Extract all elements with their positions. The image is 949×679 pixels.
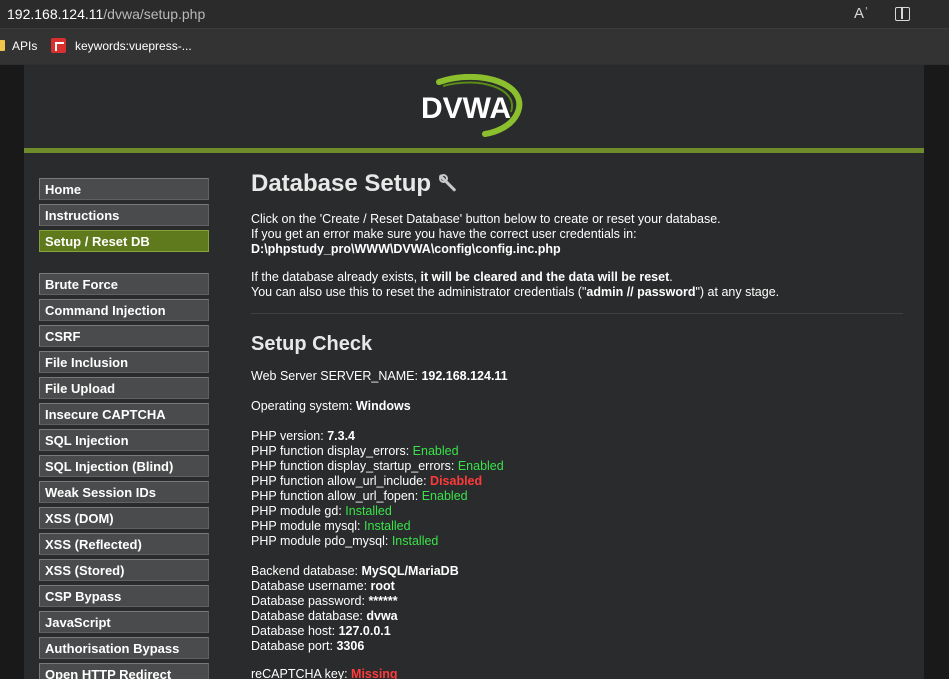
db-row: Database username: root — [251, 579, 395, 593]
db-row: Database password: ****** — [251, 594, 398, 608]
address-bar[interactable]: 192.168.124.11/dvwa/setup.php Aʾ — [0, 0, 949, 28]
bookmark-apis[interactable]: APIs — [12, 39, 37, 53]
setup-check-heading: Setup Check — [251, 333, 373, 355]
php-check-row: PHP module mysql: Installed — [251, 519, 411, 533]
menu-item-insecure-captcha[interactable]: Insecure CAPTCHA — [39, 403, 209, 425]
header: DVWA — [24, 65, 924, 148]
bookmark-keywords-vuepress[interactable]: keywords:vuepress-... — [75, 39, 192, 53]
menu-item-file-inclusion[interactable]: File Inclusion — [39, 351, 209, 373]
os-row: Operating system: Windows — [251, 399, 411, 413]
menu-item-xss-reflected[interactable]: XSS (Reflected) — [39, 533, 209, 555]
logo-text: DVWA — [421, 92, 511, 125]
menu-item-brute-force[interactable]: Brute Force — [39, 273, 209, 295]
page-title: Database Setup — [251, 170, 457, 198]
database-info: Backend database: MySQL/MariaDB Database… — [251, 564, 459, 654]
menu-item-setup-reset-db[interactable]: Setup / Reset DB — [39, 230, 209, 252]
menu-item-command-injection[interactable]: Command Injection — [39, 299, 209, 321]
warning-text: If the database already exists, it will … — [251, 270, 780, 299]
menu-item-authorisation-bypass[interactable]: Authorisation Bypass — [39, 637, 209, 659]
bookmarks-bar: APIs keywords:vuepress-... — [0, 28, 949, 64]
dvwa-logo[interactable]: DVWA — [419, 74, 529, 138]
php-version-row: PHP version: 7.3.4 — [251, 429, 356, 443]
split-screen-icon[interactable] — [895, 7, 910, 21]
section-divider — [251, 313, 903, 314]
recaptcha-row: reCAPTCHA key: Missing — [251, 667, 398, 679]
intro-text: Click on the 'Create / Reset Database' b… — [251, 212, 721, 256]
wrench-icon — [437, 173, 457, 193]
php-check-row: PHP function display_startup_errors: Ena… — [251, 459, 504, 473]
folder-icon — [0, 40, 5, 51]
db-row: Database host: 127.0.0.1 — [251, 624, 391, 638]
db-row: Database port: 3306 — [251, 639, 365, 653]
url-text[interactable]: 192.168.124.11/dvwa/setup.php — [7, 6, 205, 22]
read-aloud-icon[interactable]: Aʾ — [854, 5, 869, 22]
menu-item-file-upload[interactable]: File Upload — [39, 377, 209, 399]
menu-item-open-http-redirect[interactable]: Open HTTP Redirect — [39, 663, 209, 679]
menu-item-javascript[interactable]: JavaScript — [39, 611, 209, 633]
php-check-row: PHP module pdo_mysql: Installed — [251, 534, 439, 548]
php-check-row: PHP function allow_url_fopen: Enabled — [251, 489, 468, 503]
php-check-row: PHP module gd: Installed — [251, 504, 392, 518]
php-checks: PHP version: 7.3.4 PHP function display_… — [251, 429, 504, 549]
menu-item-csrf[interactable]: CSRF — [39, 325, 209, 347]
menu-item-instructions[interactable]: Instructions — [39, 204, 209, 226]
menu-item-home[interactable]: Home — [39, 178, 209, 200]
menu-item-xss-stored[interactable]: XSS (Stored) — [39, 559, 209, 581]
menu-item-sql-injection-blind[interactable]: SQL Injection (Blind) — [39, 455, 209, 477]
php-check-row: PHP function display_errors: Enabled — [251, 444, 459, 458]
menu-item-sql-injection[interactable]: SQL Injection — [39, 429, 209, 451]
db-row: Backend database: MySQL/MariaDB — [251, 564, 459, 578]
menu-item-xss-dom[interactable]: XSS (DOM) — [39, 507, 209, 529]
header-divider — [24, 148, 924, 153]
config-path: D:\phpstudy_pro\WWW\DVWA\config\config.i… — [251, 242, 561, 256]
menu-item-weak-session-ids[interactable]: Weak Session IDs — [39, 481, 209, 503]
npm-favicon-icon — [51, 38, 66, 53]
db-row: Database database: dvwa — [251, 609, 398, 623]
server-name-row: Web Server SERVER_NAME: 192.168.124.11 — [251, 369, 508, 383]
php-check-row: PHP function allow_url_include: Disabled — [251, 474, 483, 488]
menu-item-csp-bypass[interactable]: CSP Bypass — [39, 585, 209, 607]
dvwa-container: DVWA Home Instructions Setup / Reset DB … — [24, 65, 924, 679]
